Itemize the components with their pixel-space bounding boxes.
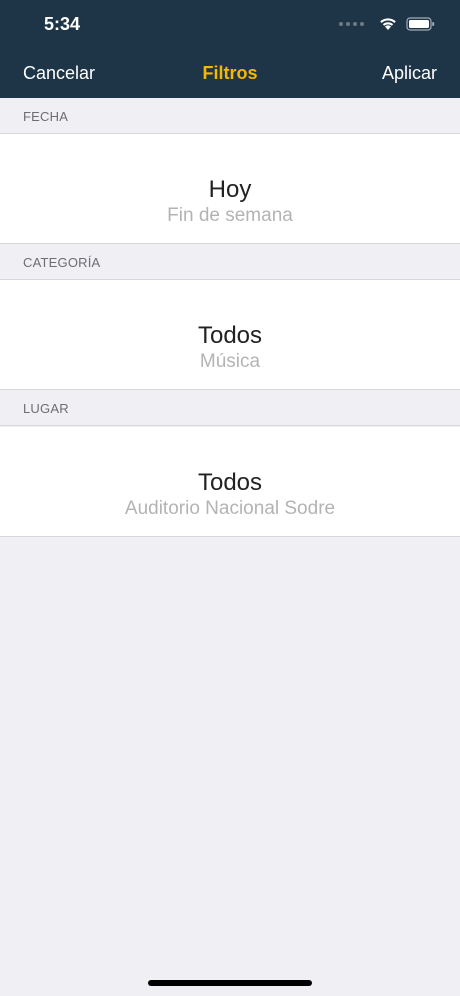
picker-next-option[interactable]: Auditorio Nacional Sodre [0, 498, 460, 520]
category-picker[interactable]: Todos Música [0, 280, 460, 390]
section-header-lugar: LUGAR [0, 390, 460, 426]
cancel-button[interactable]: Cancelar [23, 63, 95, 84]
status-time: 5:34 [44, 14, 81, 34]
picker-next-option[interactable]: Fin de semana [0, 205, 460, 227]
status-icons [339, 16, 436, 32]
picker-selected-option[interactable]: Todos [0, 322, 460, 350]
signal-dots-icon [339, 22, 364, 26]
battery-icon [406, 17, 435, 31]
picker-selected-option[interactable]: Hoy [0, 176, 460, 204]
home-indicator[interactable] [148, 980, 312, 986]
navigation-header: 5:34 Cancelar Filtros Aplicar [0, 0, 460, 98]
section-header-label: CATEGORÍA [23, 255, 101, 270]
place-picker[interactable]: Todos Auditorio Nacional Sodre [0, 427, 460, 537]
section-header-label: LUGAR [23, 401, 69, 416]
picker-selected-option[interactable]: Todos [0, 469, 460, 497]
section-header-fecha: FECHA [0, 98, 460, 134]
section-header-categoria: CATEGORÍA [0, 244, 460, 280]
wifi-icon [380, 18, 396, 30]
picker-next-option[interactable]: Música [0, 351, 460, 373]
section-header-label: FECHA [23, 109, 69, 124]
date-picker[interactable]: Hoy Fin de semana [0, 134, 460, 244]
apply-button[interactable]: Aplicar [382, 63, 437, 84]
